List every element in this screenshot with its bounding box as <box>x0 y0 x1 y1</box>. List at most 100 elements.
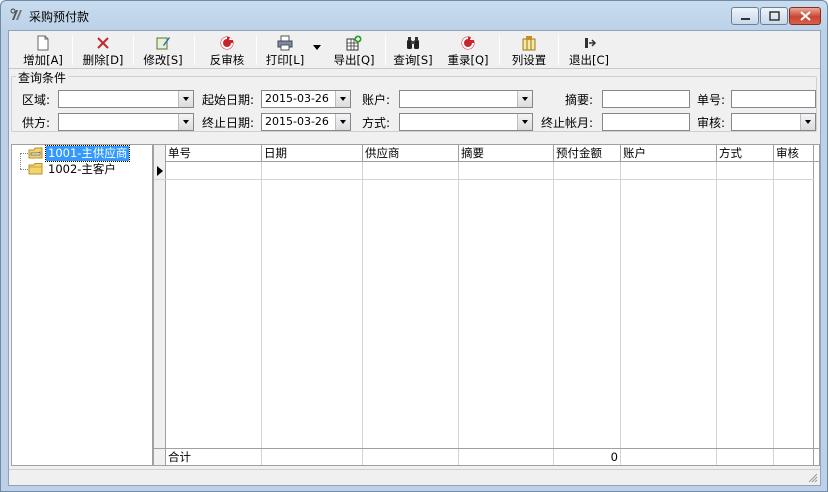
chevron-down-icon[interactable] <box>800 114 815 130</box>
query-conditions-legend: 查询条件 <box>16 69 69 86</box>
prepayment-grid[interactable]: 单号 日期 供应商 摘要 预付金额 账户 方式 审核 合计 0 <box>153 144 820 466</box>
grid-column-line <box>458 162 459 448</box>
export-button-label: 导出[Q] <box>333 53 375 67</box>
column-settings-icon <box>522 36 536 51</box>
start-date-value: 2015-03-26 <box>265 92 329 105</box>
exit-button[interactable]: 退出[C] <box>563 33 615 67</box>
grid-column-line <box>716 162 717 448</box>
toolbar-separator <box>499 35 500 65</box>
edit-button[interactable]: 修改[S] <box>137 33 189 67</box>
method-label: 方式: <box>362 116 391 130</box>
export-button[interactable]: 导出[Q] <box>327 33 381 67</box>
delete-button[interactable]: 删除[D] <box>77 33 129 67</box>
grid-column-line <box>620 162 621 448</box>
print-dropdown-arrow-icon[interactable] <box>313 45 321 50</box>
chevron-down-icon[interactable] <box>178 91 193 107</box>
audit-label: 审核: <box>697 116 726 130</box>
summary-label: 摘要: <box>565 93 594 107</box>
summary-input[interactable] <box>602 90 690 108</box>
minimize-button[interactable] <box>731 7 759 25</box>
column-header-account[interactable]: 账户 <box>621 145 717 162</box>
column-header-supplier[interactable]: 供应商 <box>363 145 459 162</box>
tree-connector <box>20 153 21 169</box>
unaudit-button[interactable]: 反审核 <box>199 33 255 67</box>
grid-column-line <box>261 162 262 448</box>
category-tree[interactable]: 1001-主供应商 1002-主客户 <box>11 144 153 466</box>
new-document-icon <box>37 35 49 51</box>
tree-connector <box>20 169 28 170</box>
region-combo[interactable] <box>58 90 194 108</box>
end-date-label: 终止日期: <box>202 116 255 130</box>
toolbar: 增加[A] 删除[D] 修改[S] 反审核 打印[L] 导出[Q] 查询[S] … <box>9 31 820 69</box>
minimize-icon <box>741 18 750 20</box>
application-window: 采购预付款 增加[A] 删除[D] 修改[S] 反审核 打印[L] 导出[Q] … <box>0 0 828 492</box>
title-bar[interactable]: 采购预付款 <box>1 1 827 29</box>
grid-header: 单号 日期 供应商 摘要 预付金额 账户 方式 审核 <box>154 145 819 162</box>
chevron-down-icon[interactable] <box>517 114 532 130</box>
toolbar-separator <box>133 35 134 65</box>
maximize-button[interactable] <box>760 7 788 25</box>
footer-total-label: 合计 <box>166 449 262 465</box>
reset-icon <box>461 36 475 50</box>
query-conditions-group: 查询条件 区域: 起始日期: 2015-03-26 账户: 摘要: 单号: 供方… <box>11 69 817 132</box>
grid-column-line <box>362 162 363 448</box>
account-combo[interactable] <box>399 90 533 108</box>
edit-icon <box>156 37 170 50</box>
number-input[interactable] <box>731 90 816 108</box>
app-icon <box>10 8 22 20</box>
footer-cell <box>774 449 814 465</box>
unaudit-button-label: 反审核 <box>209 53 245 67</box>
audit-combo[interactable] <box>731 113 816 131</box>
chevron-down-icon[interactable] <box>335 91 350 107</box>
column-settings-button-label: 列设置 <box>511 53 547 67</box>
start-date-picker[interactable]: 2015-03-26 <box>261 90 351 108</box>
grid-footer-row: 合计 0 <box>154 448 819 465</box>
column-header-audit[interactable]: 审核 <box>774 145 814 162</box>
close-button[interactable] <box>789 7 821 25</box>
print-button[interactable]: 打印[L] <box>259 33 311 67</box>
add-button-label: 增加[A] <box>23 53 63 67</box>
chevron-down-icon[interactable] <box>335 114 350 130</box>
add-button[interactable]: 增加[A] <box>17 33 69 67</box>
row-indicator-column <box>154 145 166 465</box>
resize-grip-icon[interactable] <box>808 473 818 483</box>
close-icon <box>800 11 811 21</box>
footer-cell <box>363 449 459 465</box>
window-title: 采购预付款 <box>29 10 90 24</box>
end-date-value: 2015-03-26 <box>265 115 329 128</box>
corner-cell <box>154 145 166 162</box>
column-header-date[interactable]: 日期 <box>262 145 363 162</box>
query-button[interactable]: 查询[S] <box>387 33 439 67</box>
column-header-method[interactable]: 方式 <box>717 145 774 162</box>
printer-icon <box>277 35 293 51</box>
maximize-icon <box>769 11 780 21</box>
folder-icon <box>28 163 43 175</box>
column-header-number[interactable]: 单号 <box>166 145 262 162</box>
column-header-summary[interactable]: 摘要 <box>459 145 554 162</box>
reset-button-label: 重录[Q] <box>447 53 489 67</box>
export-icon <box>346 35 362 51</box>
method-combo[interactable] <box>399 113 533 131</box>
current-row-arrow-icon <box>157 166 163 176</box>
end-date-picker[interactable]: 2015-03-26 <box>261 113 351 131</box>
toolbar-separator <box>72 35 73 65</box>
column-settings-button[interactable]: 列设置 <box>503 33 555 67</box>
reset-button[interactable]: 重录[Q] <box>441 33 495 67</box>
end-period-input[interactable] <box>602 113 690 131</box>
supplier-label: 供方: <box>22 116 51 130</box>
start-date-label: 起始日期: <box>202 93 255 107</box>
delete-button-label: 删除[D] <box>82 53 124 67</box>
table-row[interactable] <box>154 179 814 180</box>
supplier-combo[interactable] <box>58 113 194 131</box>
query-button-label: 查询[S] <box>393 53 433 67</box>
chevron-down-icon[interactable] <box>517 91 532 107</box>
print-button-label: 打印[L] <box>265 53 305 67</box>
tree-connector <box>20 153 28 154</box>
toolbar-separator <box>558 35 559 65</box>
chevron-down-icon[interactable] <box>178 114 193 130</box>
footer-cell <box>262 449 363 465</box>
column-header-prepaid-amount[interactable]: 预付金额 <box>554 145 621 162</box>
status-bar <box>9 469 820 485</box>
edit-button-label: 修改[S] <box>143 53 183 67</box>
tree-item-label: 1001-主供应商 <box>44 145 131 162</box>
